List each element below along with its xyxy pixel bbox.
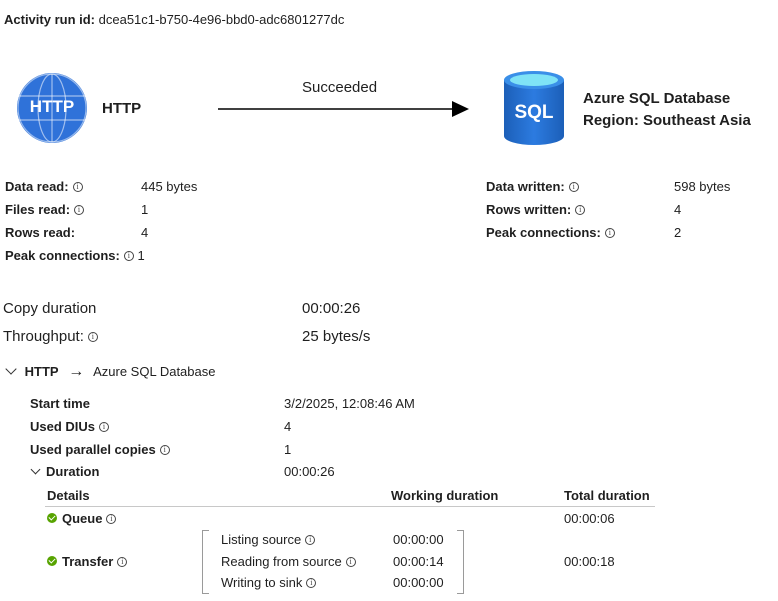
- rows-read-label: Rows read:: [5, 225, 76, 240]
- chevron-down-icon[interactable]: [30, 464, 41, 475]
- info-icon[interactable]: i: [568, 182, 579, 192]
- start-time-value: 3/2/2025, 12:08:46 AM: [284, 396, 415, 411]
- sql-icon-text: SQL: [514, 102, 554, 123]
- rows-read-value: 4: [141, 225, 149, 240]
- http-icon-text: HTTP: [29, 97, 75, 116]
- duration-label: Duration: [46, 464, 100, 479]
- duration-value: 00:00:26: [284, 464, 335, 479]
- pipeline-expander[interactable]: HTTP → Azure SQL Database: [5, 363, 215, 381]
- writing-sink-text: Writing to sink: [221, 575, 303, 590]
- col-total-duration: Total duration: [564, 488, 650, 503]
- col-details: Details: [47, 488, 90, 503]
- used-dius-label: Used DIUs i: [30, 419, 110, 434]
- info-icon[interactable]: i: [575, 205, 586, 215]
- info-icon[interactable]: i: [99, 422, 110, 432]
- used-dius-label-text: Used DIUs: [30, 419, 96, 434]
- success-check-icon: [47, 513, 57, 523]
- info-icon[interactable]: i: [74, 205, 85, 215]
- throughput-label: Throughput: i: [3, 328, 98, 345]
- info-icon[interactable]: i: [159, 445, 170, 455]
- flow-arrow-icon: [218, 100, 470, 118]
- files-read-value: 1: [141, 202, 149, 217]
- source-peak-connections: Peak connections: i 1: [5, 248, 145, 263]
- info-icon[interactable]: i: [117, 557, 128, 567]
- pipeline-sink: Azure SQL Database: [93, 364, 216, 379]
- copy-duration-value: 00:00:26: [302, 300, 361, 317]
- info-icon[interactable]: i: [106, 514, 117, 524]
- col-working-duration: Working duration: [391, 488, 499, 503]
- activity-run-id: Activity run id: dcea51c1-b750-4e96-bbd0…: [4, 12, 344, 27]
- throughput-value: 25 bytes/s: [302, 328, 371, 345]
- data-read-label-text: Data read:: [5, 179, 69, 194]
- data-read-value: 445 bytes: [141, 179, 198, 194]
- source-peak-value: 1: [137, 248, 145, 263]
- parallel-copies-value: 1: [284, 442, 292, 457]
- right-arrow-icon: →: [68, 363, 85, 380]
- sink-peak-label-text: Peak connections:: [486, 225, 601, 240]
- data-written-value: 598 bytes: [674, 179, 731, 194]
- writing-sink-label: Writing to sink i: [221, 575, 317, 590]
- sink-region: Region: Southeast Asia: [583, 112, 751, 129]
- info-icon[interactable]: i: [604, 228, 615, 238]
- info-icon[interactable]: i: [345, 557, 356, 567]
- pipeline-source: HTTP: [24, 364, 59, 379]
- listing-source-label: Listing source i: [221, 532, 316, 547]
- sink-peak-value: 2: [674, 225, 682, 240]
- queue-row: Queue i: [47, 511, 117, 526]
- activity-run-id-label: Activity run id:: [4, 12, 96, 27]
- parallel-copies-label: Used parallel copies i: [30, 442, 170, 457]
- sink-peak-label: Peak connections: i: [486, 225, 615, 240]
- info-icon[interactable]: i: [72, 182, 83, 192]
- chevron-down-icon[interactable]: [5, 363, 17, 375]
- reading-source-value: 00:00:14: [393, 554, 444, 569]
- queue-label: Queue: [62, 511, 103, 526]
- start-time-label: Start time: [30, 396, 90, 411]
- data-written-label-text: Data written:: [486, 179, 565, 194]
- rows-written-label: Rows written: i: [486, 202, 586, 217]
- transfer-label: Transfer: [62, 554, 114, 569]
- info-icon[interactable]: i: [123, 251, 134, 261]
- info-icon[interactable]: i: [306, 578, 317, 588]
- transfer-row: Transfer i: [47, 554, 128, 569]
- used-dius-value: 4: [284, 419, 292, 434]
- rows-written-value: 4: [674, 202, 682, 217]
- queue-total: 00:00:06: [564, 511, 615, 526]
- reading-source-label: Reading from source i: [221, 554, 356, 569]
- data-written-label: Data written: i: [486, 179, 579, 194]
- source-peak-label: Peak connections:: [5, 248, 120, 263]
- duration-expander[interactable]: Duration: [30, 464, 99, 479]
- sink-name: Azure SQL Database: [583, 90, 731, 107]
- parallel-copies-label-text: Used parallel copies: [30, 442, 156, 457]
- data-read-label: Data read: i: [5, 179, 83, 194]
- rows-written-label-text: Rows written:: [486, 202, 572, 217]
- info-icon[interactable]: i: [305, 535, 316, 545]
- http-globe-icon: HTTP: [16, 72, 88, 144]
- listing-source-value: 00:00:00: [393, 532, 444, 547]
- copy-status: Succeeded: [302, 79, 378, 96]
- transfer-total: 00:00:18: [564, 554, 615, 569]
- bracket-right: [457, 530, 464, 594]
- activity-run-id-value: dcea51c1-b750-4e96-bbd0-adc6801277dc: [98, 12, 345, 27]
- copy-duration-label: Copy duration: [3, 300, 97, 317]
- source-name: HTTP: [102, 100, 142, 117]
- success-check-icon: [47, 556, 57, 566]
- table-divider: [45, 506, 655, 507]
- writing-sink-value: 00:00:00: [393, 575, 444, 590]
- reading-source-text: Reading from source: [221, 554, 342, 569]
- listing-source-text: Listing source: [221, 532, 302, 547]
- files-read-label: Files read: i: [5, 202, 85, 217]
- bracket-left: [202, 530, 209, 594]
- files-read-label-text: Files read:: [5, 202, 71, 217]
- throughput-label-text: Throughput:: [3, 328, 84, 345]
- info-icon[interactable]: i: [87, 332, 98, 342]
- sql-database-icon: SQL: [502, 70, 566, 146]
